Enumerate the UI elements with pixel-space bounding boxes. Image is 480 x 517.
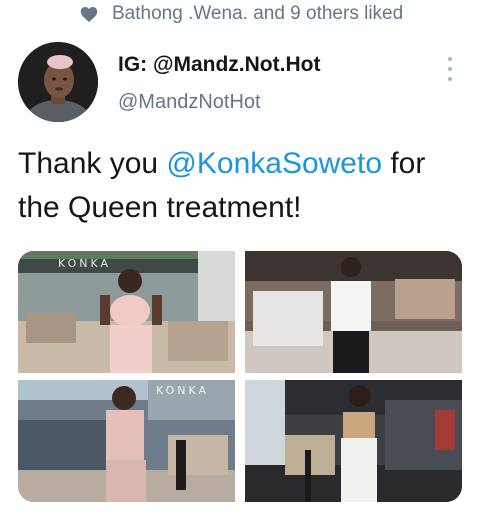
photo-3[interactable]: KONKA	[18, 380, 235, 502]
mention-link[interactable]: @KonkaSoweto	[166, 147, 382, 180]
photo-1[interactable]: KONKA	[18, 251, 235, 373]
social-context[interactable]: Bathong .Wena. and 9 others liked	[80, 0, 403, 28]
photo-3-sign: KONKA	[156, 384, 209, 397]
photo-1-sign: KONKA	[58, 257, 111, 270]
social-context-text: Bathong .Wena. and 9 others liked	[112, 3, 404, 24]
heart-icon	[80, 6, 98, 23]
avatar[interactable]	[18, 42, 98, 122]
photo-grid: KONKA KONKA	[18, 251, 462, 502]
photo-2[interactable]	[245, 251, 462, 373]
photo-4[interactable]	[245, 380, 462, 502]
more-options-icon[interactable]	[438, 54, 462, 84]
author-handle[interactable]: @MandzNotHot	[118, 91, 261, 114]
tweet-text-start: Thank you	[18, 147, 167, 180]
tweet-text: Thank you @KonkaSoweto for the Queen tre…	[18, 142, 470, 230]
author-name[interactable]: IG: @Mandz.Not.Hot	[118, 53, 320, 77]
